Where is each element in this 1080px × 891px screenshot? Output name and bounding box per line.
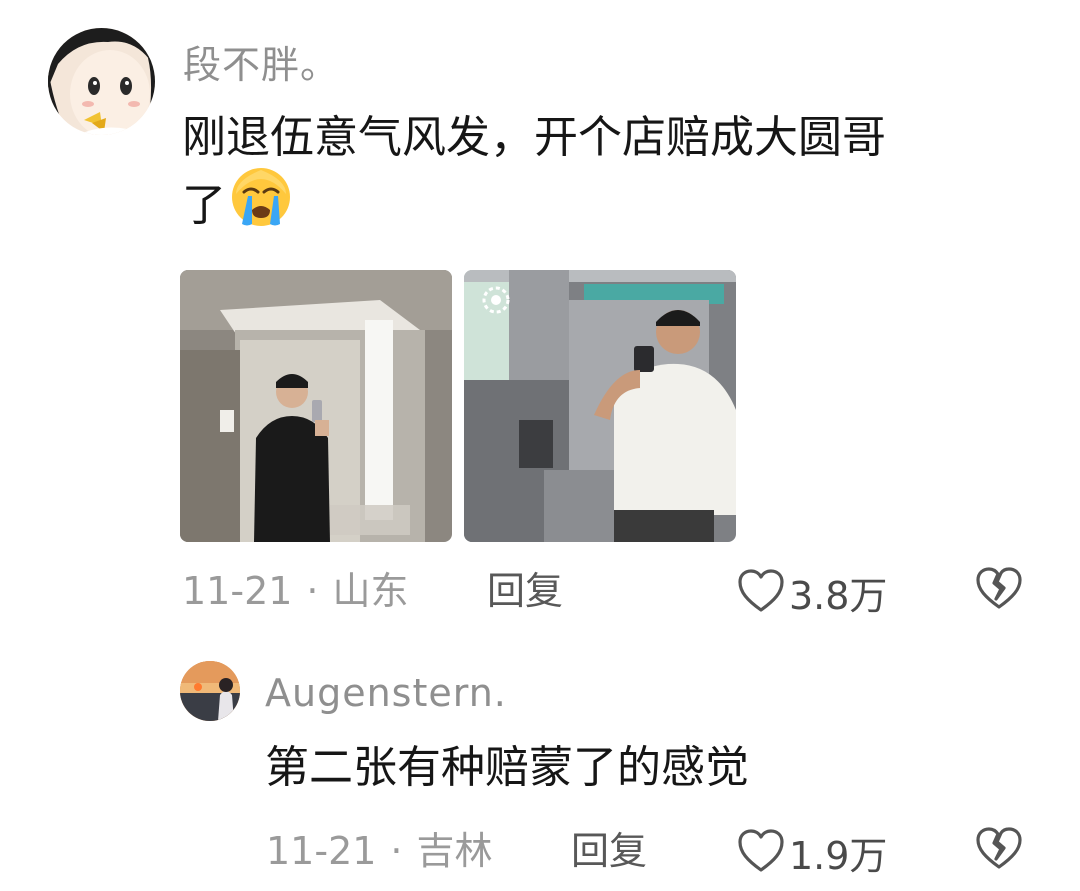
reply-like-button[interactable]: 1.9万 [737, 825, 887, 880]
broken-heart-icon [975, 567, 1023, 615]
reply-text: 第二张有种赔蒙了的感觉 [265, 742, 749, 793]
mirror-selfie-thin-image [180, 270, 452, 542]
comment-text-line2: 了 [182, 166, 1042, 242]
dislike-button[interactable] [975, 567, 1023, 615]
reply-date: 11-21 [266, 829, 377, 873]
comment-location: 山东 [332, 569, 409, 613]
reply-avatar[interactable] [180, 661, 240, 721]
username[interactable]: 段不胖。 [183, 46, 339, 84]
comment-meta: 11-21 · 山东 [182, 572, 409, 610]
comment-text: 刚退伍意气风发，开个店赔成大圆哥 了 [182, 110, 1042, 243]
anime-avatar-image [48, 28, 155, 135]
comment-thread: 段不胖。 刚退伍意气风发，开个店赔成大圆哥 了 11-21 · 山东 回复 3.… [0, 0, 1080, 891]
reply-dislike-button[interactable] [975, 827, 1023, 875]
heart-icon [737, 568, 785, 618]
sunset-avatar-image [180, 661, 240, 721]
reply-reply-button[interactable]: 回复 [571, 832, 647, 870]
avatar[interactable] [48, 28, 155, 135]
reply-meta: 11-21 · 吉林 [266, 832, 493, 870]
heart-icon [737, 828, 785, 878]
reply-button[interactable]: 回复 [487, 572, 563, 610]
separator-dot: · [306, 569, 319, 613]
separator-dot: · [390, 829, 403, 873]
comment-text-line1: 刚退伍意气风发，开个店赔成大圆哥 [182, 112, 886, 163]
reply-like-count: 1.9万 [789, 834, 888, 878]
like-button[interactable]: 3.8万 [737, 565, 887, 620]
elevator-selfie-image [464, 270, 736, 542]
comment-photo-1[interactable] [180, 270, 452, 542]
comment-date: 11-21 [182, 569, 293, 613]
comment-photo-2[interactable] [464, 270, 736, 542]
broken-heart-icon [975, 827, 1023, 875]
like-count: 3.8万 [789, 574, 888, 618]
reply-username[interactable]: Augenstern. [265, 674, 507, 712]
crying-emoji-icon [230, 166, 292, 242]
comment-text-line2-content: 了 [182, 180, 226, 232]
reply-location: 吉林 [416, 829, 493, 873]
